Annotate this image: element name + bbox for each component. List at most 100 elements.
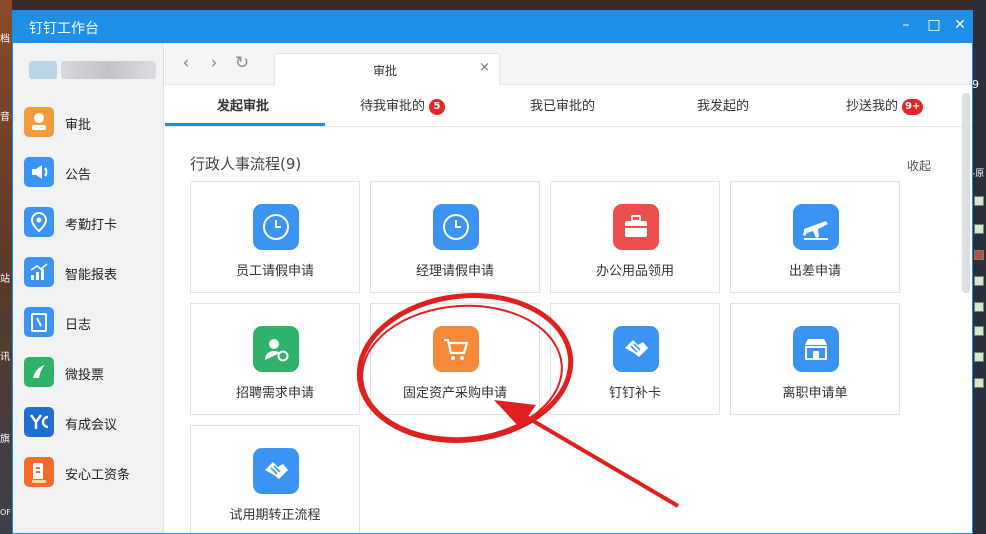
sidebar-item-label: 安心工资条 [65, 468, 131, 483]
window-title: 钉钉工作台 [29, 21, 99, 37]
card-resignation[interactable]: 离职申请单 [730, 303, 900, 415]
sidebar-item-vote[interactable]: 微投票 [13, 353, 164, 393]
subtab-pending[interactable]: 待我审批的 5 [360, 95, 446, 115]
card-business-trip[interactable]: 出差申请 [730, 181, 900, 293]
active-tab-underline [165, 123, 325, 126]
tab-title: 审批 [373, 64, 398, 78]
card-label: 员工请假申请 [235, 264, 314, 279]
desktop-glyph: 旗 [0, 434, 10, 445]
desktop-glyph: 讯 [0, 352, 10, 363]
card-label: 离职申请单 [782, 386, 848, 401]
sidebar-item-attendance[interactable]: 考勤打卡 [13, 203, 164, 243]
subtab-initiate[interactable]: 发起审批 [217, 95, 269, 114]
dingtalk-window: 钉钉工作台 – □ ✕ 审批 公告 考勤打卡 智能报表 日志 微投票 有成会议 … [12, 10, 973, 534]
subtab-initiated-by-me[interactable]: 我发起的 [697, 95, 749, 114]
card-manager-leave[interactable]: 经理请假申请 [370, 181, 540, 293]
pending-badge: 5 [429, 99, 446, 115]
sidebar-item-label: 微投票 [65, 368, 105, 383]
tab-approval[interactable]: 审批 × [274, 53, 500, 85]
desktop-file-icon[interactable] [974, 352, 984, 362]
desktop-left-edge: 档 音 站 讯 旗 OF [0, 0, 12, 534]
report-icon [24, 257, 54, 287]
scrollbar[interactable] [962, 93, 970, 293]
sidebar-item-label: 智能报表 [65, 268, 118, 283]
profile-blurred[interactable] [21, 53, 161, 87]
desktop-glyph: -原 [972, 169, 985, 179]
airplane-icon [793, 204, 839, 250]
approval-subtabs: 发起审批 待我审批的 5 我已审批的 我发起的 抄送我的 9+ [165, 85, 972, 127]
sidebar-item-approval[interactable]: 审批 [13, 103, 164, 143]
desktop-glyph: 9 [972, 78, 979, 91]
avatar [29, 61, 57, 79]
subtab-label: 待我审批的 [360, 99, 426, 114]
subtab-label: 我已审批的 [530, 99, 596, 114]
cc-badge: 9+ [902, 99, 924, 115]
announcement-icon [24, 157, 54, 187]
sidebar-item-label: 日志 [65, 318, 92, 333]
subtab-approved[interactable]: 我已审批的 [530, 95, 595, 114]
minimize-icon[interactable]: – [897, 17, 915, 33]
card-recruitment[interactable]: 招聘需求申请 [190, 303, 360, 415]
desktop-glyph: 档 [0, 34, 10, 45]
card-label: 试用期转正流程 [229, 508, 321, 523]
tab-close-icon[interactable]: × [479, 60, 490, 75]
vote-icon [24, 357, 54, 387]
card-fixed-asset-purchase[interactable]: 固定资产采购申请 [370, 303, 540, 415]
sidebar-item-report[interactable]: 智能报表 [13, 253, 164, 293]
toolbox-icon [613, 204, 659, 250]
card-label: 招聘需求申请 [235, 386, 314, 401]
sidebar-item-salary[interactable]: 安心工资条 [13, 453, 164, 493]
desktop-file-icon[interactable] [974, 276, 984, 286]
sidebar-item-label: 考勤打卡 [65, 218, 118, 233]
cart-icon [433, 326, 479, 372]
subtab-label: 抄送我的 [846, 99, 899, 114]
card-dingtalk-punch[interactable]: 钉钉补卡 [550, 303, 720, 415]
handshake-icon [253, 448, 299, 494]
sidebar-item-meeting[interactable]: 有成会议 [13, 403, 164, 443]
card-employee-leave[interactable]: 员工请假申请 [190, 181, 360, 293]
desktop-file-icon[interactable] [974, 224, 984, 234]
store-icon [793, 326, 839, 372]
approval-icon [24, 107, 54, 137]
card-label: 出差申请 [788, 264, 841, 279]
card-label: 办公用品领用 [595, 264, 674, 279]
sidebar-item-label: 有成会议 [65, 418, 118, 433]
desktop-right-edge: 9 -原 [972, 0, 986, 534]
clock-icon [253, 204, 299, 250]
sidebar: 审批 公告 考勤打卡 智能报表 日志 微投票 有成会议 安心工资条 [13, 43, 164, 533]
card-label: 经理请假申请 [415, 264, 494, 279]
log-icon [24, 307, 54, 337]
card-label: 钉钉补卡 [608, 386, 661, 401]
handshake-icon [613, 326, 659, 372]
meeting-icon [24, 407, 54, 437]
subtab-label: 我发起的 [697, 99, 750, 114]
desktop-file-icon[interactable] [974, 326, 984, 336]
refresh-icon[interactable]: ↻ [233, 54, 251, 72]
desktop-glyph: OF [0, 508, 11, 517]
desktop-file-icon[interactable] [974, 250, 984, 260]
card-office-supplies[interactable]: 办公用品领用 [550, 181, 720, 293]
sidebar-item-announcement[interactable]: 公告 [13, 153, 164, 193]
desktop-file-icon[interactable] [974, 196, 984, 206]
card-label: 固定资产采购申请 [402, 386, 507, 401]
collapse-link[interactable]: 收起 [907, 157, 931, 174]
subtab-label: 发起审批 [217, 99, 270, 114]
attendance-icon [24, 207, 54, 237]
close-icon[interactable]: ✕ [951, 17, 969, 33]
forward-icon[interactable]: › [205, 54, 223, 72]
desktop-glyph: 站 [0, 274, 10, 285]
card-probation-regularization[interactable]: 试用期转正流程 [190, 425, 360, 533]
recruit-icon [253, 326, 299, 372]
desktop-glyph: 音 [0, 112, 10, 123]
sidebar-item-log[interactable]: 日志 [13, 303, 164, 343]
subtab-cc-me[interactable]: 抄送我的 9+ [846, 95, 924, 115]
maximize-icon[interactable]: □ [925, 17, 943, 33]
sidebar-item-label: 审批 [65, 118, 92, 133]
back-icon[interactable]: ‹ [177, 54, 195, 72]
desktop-file-icon[interactable] [974, 378, 984, 388]
desktop-file-icon[interactable] [974, 302, 984, 312]
desktop-top-edge [12, 0, 972, 10]
salary-icon [24, 457, 54, 487]
sidebar-item-label: 公告 [65, 168, 92, 183]
clock-icon [433, 204, 479, 250]
